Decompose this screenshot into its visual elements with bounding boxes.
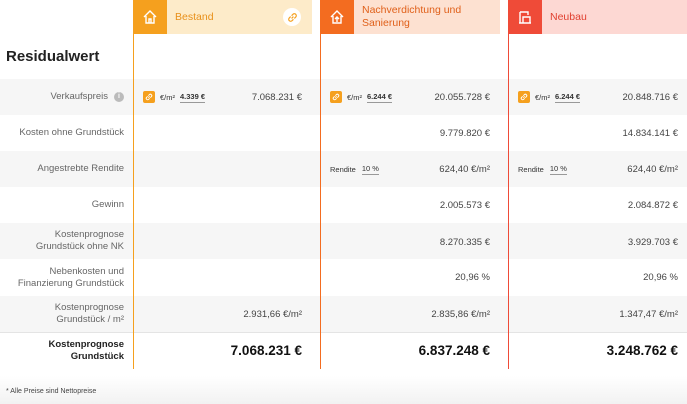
col-line-nachverdichtung xyxy=(320,0,321,369)
label-rendite: Angestrebte Rendite xyxy=(37,163,124,174)
rendite-neubau: 624,40 €/m² xyxy=(627,164,678,175)
column-label-neubau: Neubau xyxy=(550,10,587,23)
label-kp-total-line2: Grundstück xyxy=(70,350,124,362)
label-kosten: Kosten ohne Grundstück xyxy=(19,127,124,138)
kp-m2-bestand: 2.931,66 €/m² xyxy=(243,309,302,320)
info-icon[interactable]: i xyxy=(114,92,124,102)
kp-total-nachverdichtung: 6.837.248 € xyxy=(418,343,490,358)
verkaufspreis-nachverdichtung: 20.055.728 € xyxy=(434,92,490,103)
label-kp-total-line1: Kostenprognose xyxy=(48,338,124,350)
verkaufspreis-neubau: 20.848.716 € xyxy=(622,92,678,103)
column-label-bestand: Bestand xyxy=(175,10,214,23)
column-label-nachverdichtung: Nachverdichtung und Sanierung xyxy=(362,4,462,29)
gewinn-nachverdichtung: 2.005.573 € xyxy=(439,200,490,211)
price-per-m2-value[interactable]: 6.244 € xyxy=(367,92,393,103)
gewinn-neubau: 2.084.872 € xyxy=(627,200,678,211)
rendite-input-nachverdichtung[interactable]: Rendite 10 % xyxy=(330,164,379,175)
kosten-neubau: 14.834.141 € xyxy=(622,128,678,139)
rendite-nachverdichtung: 624,40 €/m² xyxy=(439,164,490,175)
footer-background xyxy=(0,376,687,404)
column-header-bestand[interactable]: Bestand xyxy=(133,0,312,34)
label-kp-ohne-nk-line1: Kostenprognose xyxy=(54,229,124,240)
kp-ohne-nk-nachverdichtung: 8.270.335 € xyxy=(439,237,490,248)
rendite-value[interactable]: 10 % xyxy=(549,164,567,175)
link-icon[interactable] xyxy=(330,91,342,103)
price-per-m2-bestand[interactable]: €/m² 4.339 € xyxy=(143,91,206,103)
label-nebenkosten: Nebenkosten und Finanzierung Grundstück xyxy=(0,259,130,296)
label-kp-m2-line2: Grundstück / m² xyxy=(56,314,124,325)
unit-label: €/m² xyxy=(535,92,550,102)
label-verkaufspreis: Verkaufspreis i xyxy=(0,79,130,115)
price-per-m2-value[interactable]: 6.244 € xyxy=(555,92,581,103)
label-verkaufspreis-text: Verkaufspreis xyxy=(50,91,108,102)
price-per-m2-nachverdichtung[interactable]: €/m² 6.244 € xyxy=(330,91,393,103)
label-gewinn: Gewinn xyxy=(91,199,124,210)
kp-ohne-nk-neubau: 3.929.703 € xyxy=(627,237,678,248)
nebenkosten-neubau: 20,96 % xyxy=(643,272,678,283)
kosten-nachverdichtung: 9.779.820 € xyxy=(439,128,490,139)
link-icon[interactable] xyxy=(518,91,530,103)
label-kp-m2-line1: Kostenprognose xyxy=(54,302,124,313)
kp-m2-neubau: 1.347,47 €/m² xyxy=(619,309,678,320)
page-title: Residualwert xyxy=(6,48,100,65)
label-kp-ohne-nk: Kostenprognose Grundstück ohne NK xyxy=(0,223,130,259)
nebenkosten-nachverdichtung: 20,96 % xyxy=(455,272,490,283)
col-line-neubau xyxy=(508,0,509,369)
label-kp-total: Kostenprognose Grundstück xyxy=(0,332,130,369)
house-upload-icon xyxy=(320,0,354,34)
kp-total-bestand: 7.068.231 € xyxy=(230,343,302,358)
price-per-m2-neubau[interactable]: €/m² 6.244 € xyxy=(518,91,581,103)
verkaufspreis-bestand: 7.068.231 € xyxy=(251,92,302,103)
footnote: * Alle Preise sind Nettopreise xyxy=(6,388,97,395)
label-kp-ohne-nk-line2: Grundstück ohne NK xyxy=(35,241,124,252)
col-line-bestand xyxy=(133,0,134,369)
rendite-value[interactable]: 10 % xyxy=(361,164,379,175)
house-icon xyxy=(133,0,167,34)
kp-total-neubau: 3.248.762 € xyxy=(606,343,678,358)
price-per-m2-value[interactable]: 4.339 € xyxy=(180,92,206,103)
rendite-input-neubau[interactable]: Rendite 10 % xyxy=(518,164,567,175)
link-icon[interactable] xyxy=(283,8,301,26)
column-header-nachverdichtung[interactable]: Nachverdichtung und Sanierung xyxy=(320,0,500,34)
column-header-neubau[interactable]: Neubau xyxy=(508,0,687,34)
rendite-label: Rendite xyxy=(518,165,544,174)
label-nebenkosten-line2: Finanzierung Grundstück xyxy=(17,277,124,289)
label-kp-m2: Kostenprognose Grundstück / m² xyxy=(0,296,130,332)
unit-label: €/m² xyxy=(160,92,175,102)
label-nebenkosten-line1: Nebenkosten und xyxy=(49,265,124,277)
building-icon xyxy=(508,0,542,34)
kp-m2-nachverdichtung: 2.835,86 €/m² xyxy=(431,309,490,320)
unit-label: €/m² xyxy=(347,92,362,102)
link-icon[interactable] xyxy=(143,91,155,103)
rendite-label: Rendite xyxy=(330,165,356,174)
